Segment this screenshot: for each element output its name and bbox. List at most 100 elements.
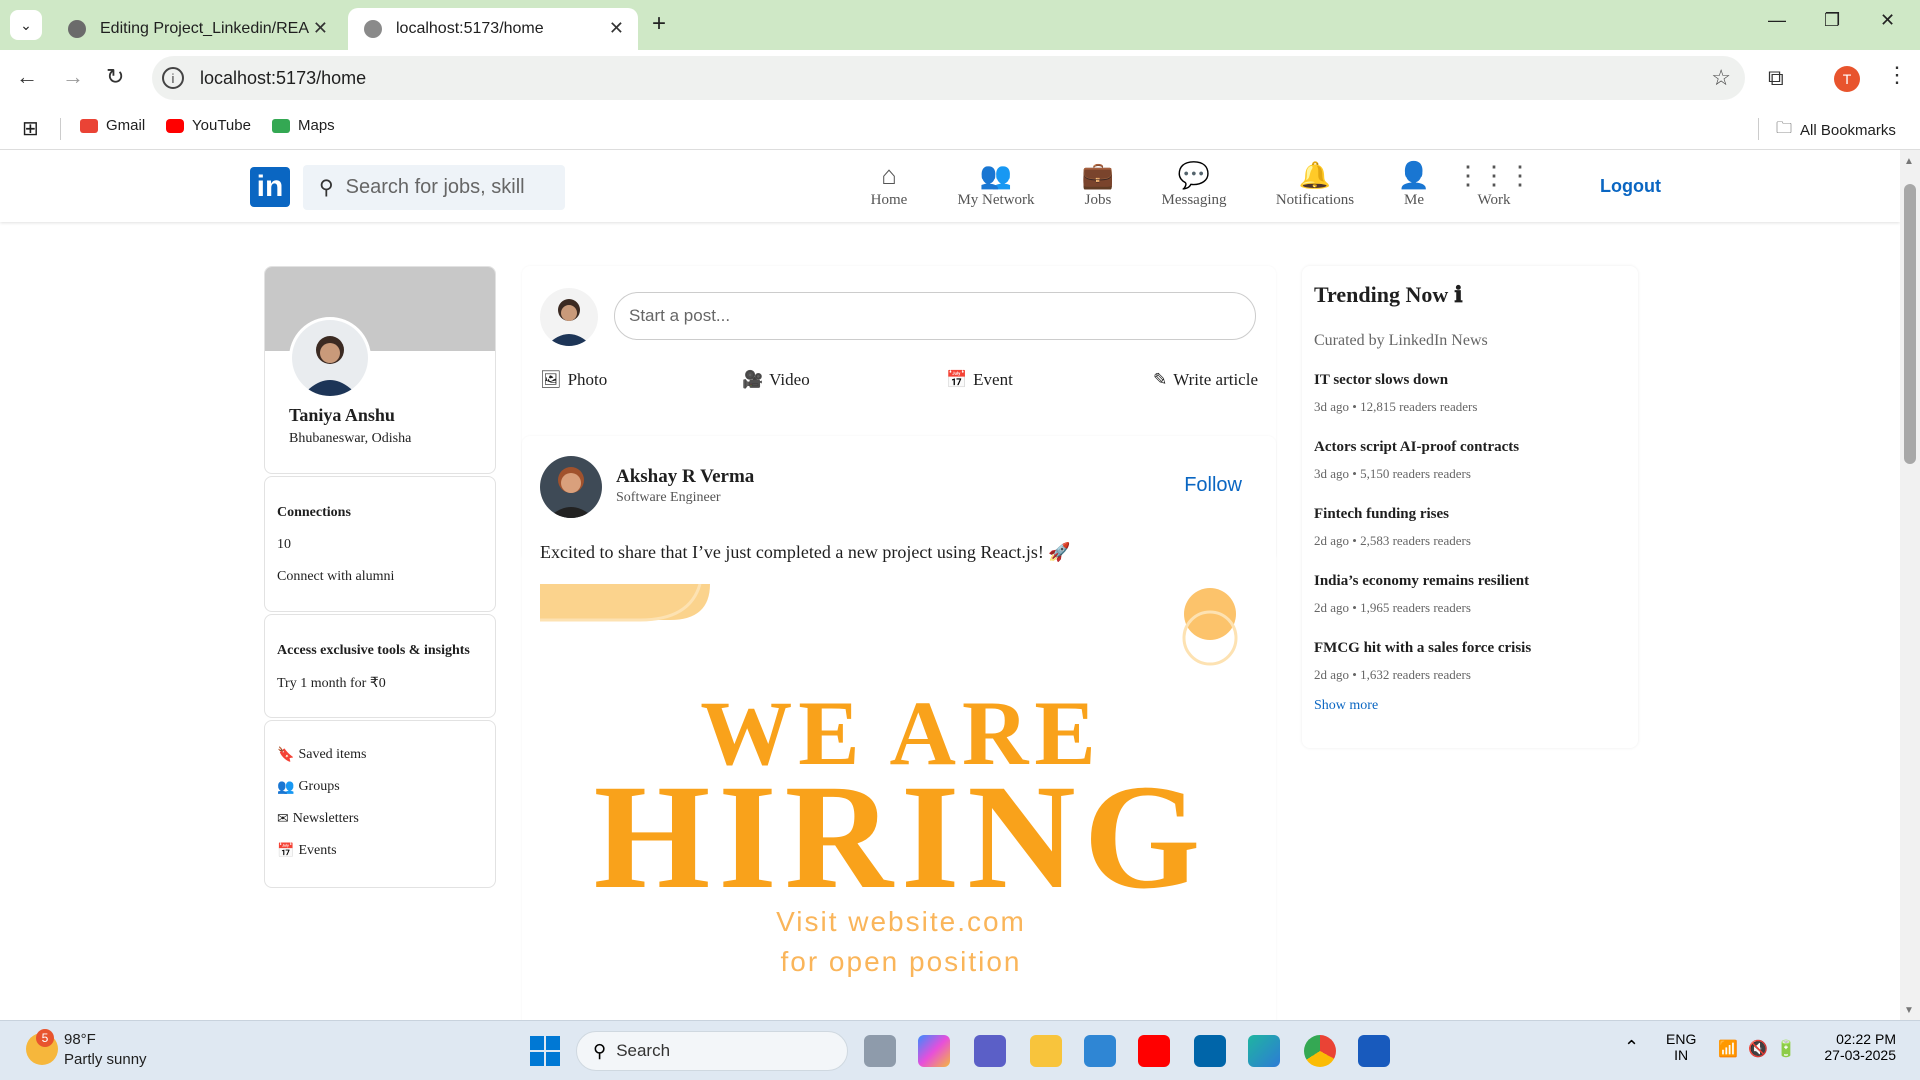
url-text[interactable]: localhost:5173/home [200,68,366,89]
browser-tab-1[interactable]: Editing Project_Linkedin/READM ✕ [52,8,342,50]
nav-me[interactable]: 👤 Me [1396,160,1432,209]
profile-avatar[interactable]: T [1834,66,1860,92]
action-label: Photo [567,370,608,389]
info-icon[interactable]: ℹ [1454,282,1462,308]
trending-item[interactable]: FMCG hit with a sales force crisis 2d ag… [1314,640,1531,683]
copilot-icon[interactable] [918,1035,950,1067]
window-close-icon[interactable]: ✕ [1880,10,1895,31]
taskbar-search-label: Search [616,1041,671,1060]
scroll-down-icon[interactable]: ▼ [1904,1005,1914,1016]
search-bar[interactable]: ⚲ [303,165,565,210]
photo-button[interactable]: 🖼 Photo [540,370,607,390]
close-icon[interactable]: ✕ [609,18,624,39]
search-input[interactable] [345,176,546,199]
bookmark-maps[interactable]: Maps [272,117,335,134]
language-indicator[interactable]: ENG IN [1666,1031,1696,1063]
clock[interactable]: 02:22 PM 27-03-2025 [1818,1031,1896,1063]
profile-name[interactable]: Taniya Anshu [289,405,395,426]
search-icon: ⚲ [593,1040,607,1061]
follow-button[interactable]: Follow [1184,474,1242,497]
envelope-icon: ✉ [277,812,289,827]
nav-my-network[interactable]: 👥 My Network [954,160,1038,209]
trending-item[interactable]: India’s economy remains resilient 2d ago… [1314,573,1529,616]
trending-item[interactable]: Actors script AI-proof contracts 3d ago … [1314,439,1519,482]
scrollbar-thumb[interactable] [1904,184,1916,464]
bookmark-star-icon[interactable]: ☆ [1711,65,1731,91]
all-bookmarks[interactable]: 🗀 All Bookmarks [1776,117,1896,144]
start-post-input[interactable]: Start a post... [614,292,1256,340]
pencil-icon: ✎ [1153,370,1168,389]
youtube-icon[interactable] [1138,1035,1170,1067]
chevron-up-icon[interactable]: ⌃ [1624,1037,1639,1058]
vscode-icon[interactable] [1194,1035,1226,1067]
post-image[interactable]: WE ARE HIRING Visit website.com for open… [540,584,1262,1020]
post-headline: Software Engineer [616,490,721,505]
edge-icon[interactable] [1248,1035,1280,1067]
store-icon[interactable] [1084,1035,1116,1067]
menu-icon[interactable]: ⋮ [1886,62,1908,88]
teams-icon[interactable] [974,1035,1006,1067]
avatar[interactable] [540,456,602,518]
nav-jobs[interactable]: 💼 Jobs [1080,160,1116,209]
write-article-button[interactable]: ✎ Write article [1153,370,1258,390]
video-button[interactable]: 🎥 Video [742,370,810,390]
newsletters-link[interactable]: ✉ Newsletters [277,811,359,828]
connections-label: Connections [277,505,351,520]
chrome-icon[interactable] [1304,1035,1336,1067]
bookmark-gmail[interactable]: Gmail [80,117,145,134]
events-link[interactable]: 📅 Events [277,843,337,860]
trending-item[interactable]: IT sector slows down 3d ago • 12,815 rea… [1314,372,1477,415]
post-text: Excited to share that I’ve just complete… [540,542,1071,562]
browser-tab-2[interactable]: localhost:5173/home ✕ [348,8,638,50]
file-explorer-icon[interactable] [1030,1035,1062,1067]
temperature[interactable]: 98°F [64,1031,96,1048]
restore-icon[interactable]: ❐ [1824,10,1840,31]
event-button[interactable]: 📅 Event [946,370,1013,390]
new-tab-button[interactable]: + [652,10,666,38]
mute-icon[interactable]: 🔇 [1748,1039,1768,1059]
nav-label: Work [1477,192,1511,208]
address-bar-row: ← → ↻ i localhost:5173/home ☆ ⧉ T ⋮ [0,50,1920,108]
scroll-up-icon[interactable]: ▲ [1904,156,1914,167]
premium-offer-link[interactable]: Try 1 month for ₹0 [277,675,386,692]
connections-count[interactable]: 10 [277,537,291,553]
word-icon[interactable] [1358,1035,1390,1067]
link-label: Groups [298,779,340,794]
wifi-icon[interactable]: 📶 [1718,1039,1738,1059]
avatar[interactable] [289,317,371,399]
show-more-link[interactable]: Show more [1314,698,1378,714]
address-bar[interactable]: i localhost:5173/home ☆ [152,56,1745,100]
task-view-icon[interactable] [864,1035,896,1067]
groups-link[interactable]: 👥 Groups [277,779,340,796]
post-author[interactable]: Akshay R Verma [616,466,754,488]
logout-button[interactable]: Logout [1600,176,1661,197]
connections-card: Connections 10 Connect with alumni [264,476,496,612]
nav-home[interactable]: ⌂ Home [866,160,912,209]
bookmark-youtube[interactable]: YouTube [166,117,251,134]
tab-search-button[interactable]: ⌄ [10,10,42,40]
nav-messaging[interactable]: 💬 Messaging [1158,160,1230,209]
close-icon[interactable]: ✕ [313,18,328,39]
battery-icon[interactable]: 🔋 [1776,1039,1796,1059]
connect-alumni-link[interactable]: Connect with alumni [277,569,394,585]
home-icon: ⌂ [881,161,897,190]
site-info-icon[interactable]: i [162,67,184,89]
nav-notifications[interactable]: 🔔 Notifications [1274,160,1356,209]
folder-icon: 🗀 [1776,120,1793,137]
saved-items-link[interactable]: 🔖 Saved items [277,747,366,764]
forward-icon[interactable]: → [62,64,84,90]
apps-icon[interactable]: ⊞ [22,116,39,141]
tab-title: Editing Project_Linkedin/READM [100,20,310,37]
linkedin-logo[interactable]: in [250,167,290,207]
back-icon[interactable]: ← [16,64,38,90]
nav-work[interactable]: ⋮⋮⋮ Work [1455,160,1533,209]
trending-item[interactable]: Fintech funding rises 2d ago • 2,583 rea… [1314,506,1471,549]
calendar-icon: 📅 [946,370,968,389]
trending-headline: IT sector slows down [1314,372,1449,388]
minimize-icon[interactable]: — [1768,10,1786,31]
taskbar-search[interactable]: ⚲ Search [576,1031,848,1071]
extensions-icon[interactable]: ⧉ [1768,65,1784,91]
windows-start-icon[interactable] [530,1036,560,1066]
reload-icon[interactable]: ↻ [106,64,124,90]
trending-title: Trending Now ℹ [1314,282,1463,308]
